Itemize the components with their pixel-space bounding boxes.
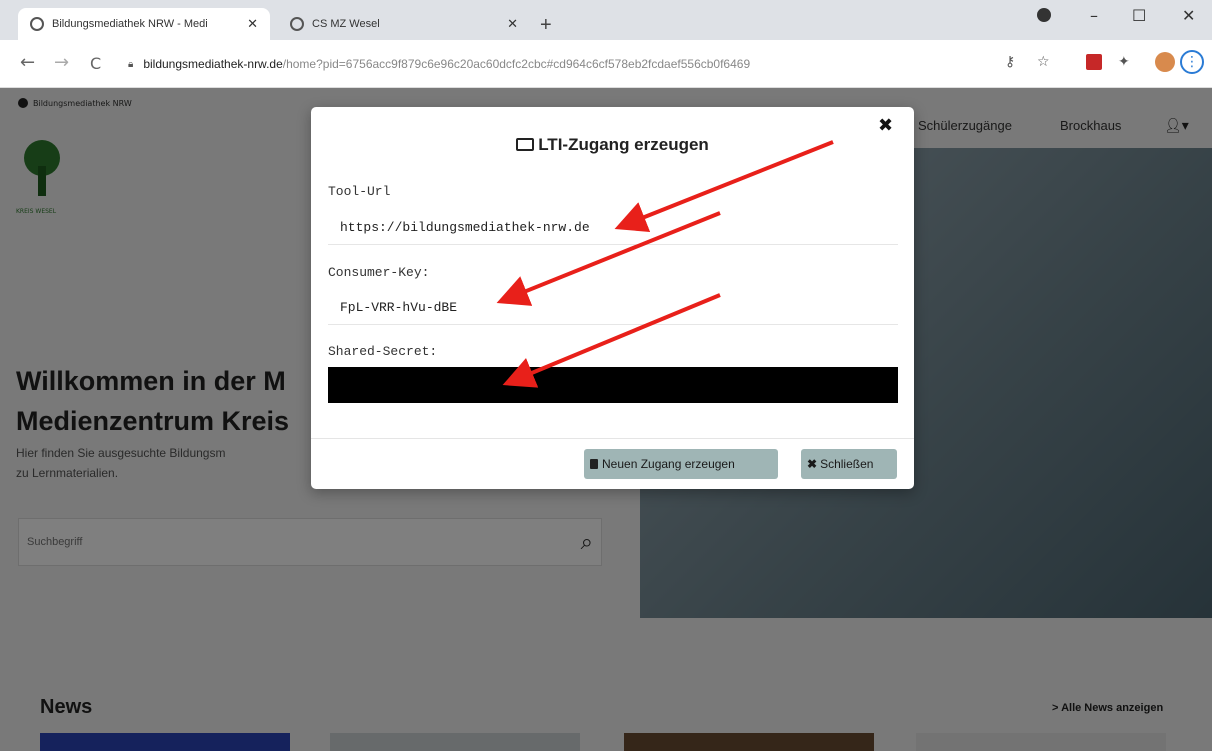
key-icon[interactable]: ⚷ [1005, 54, 1015, 70]
close-dialog-label: Schließen [820, 457, 874, 471]
monitor-icon [516, 138, 535, 151]
close-icon[interactable]: ✖ [878, 115, 893, 136]
screenshot-root: Bildungsmediathek NRW - Medi ✕ CS MZ Wes… [0, 0, 1212, 751]
tool-url-field[interactable]: https://bildungsmediathek-nrw.de [328, 211, 898, 245]
browser-menu-icon[interactable]: ⋮ [1180, 50, 1204, 74]
dialog-title: LTI-Zugang erzeugen [311, 135, 914, 155]
star-icon[interactable]: ☆ [1037, 54, 1050, 70]
consumer-key-field[interactable]: FpL-VRR-hVu-dBE [328, 291, 898, 325]
pdf-extension-icon[interactable] [1086, 54, 1102, 70]
dialog-title-text: LTI-Zugang erzeugen [538, 135, 709, 154]
url-host: bildungsmediathek-nrw.de [143, 57, 283, 71]
tab-title: Bildungsmediathek NRW - Medi [52, 18, 208, 30]
trash-icon [590, 459, 598, 469]
tab-bildungsmediathek[interactable]: Bildungsmediathek NRW - Medi ✕ [18, 8, 270, 40]
tab-title: CS MZ Wesel [312, 18, 380, 30]
shared-secret-field[interactable] [328, 367, 898, 403]
puzzle-icon[interactable]: ✦ [1118, 54, 1130, 70]
consumer-key-label: Consumer-Key: [328, 265, 430, 280]
maximize-button[interactable]: ☐ [1132, 6, 1146, 25]
new-tab-button[interactable]: + [540, 14, 552, 37]
globe-icon [30, 17, 44, 31]
close-icon: ✖ [807, 457, 818, 471]
close-dialog-button[interactable]: ✖ Schließen [801, 449, 897, 479]
minimize-button[interactable]: – [1090, 6, 1098, 25]
globe-icon [290, 17, 304, 31]
new-access-button[interactable]: Neuen Zugang erzeugen [584, 449, 778, 479]
reload-icon[interactable]: C [90, 54, 101, 73]
new-access-label: Neuen Zugang erzeugen [602, 457, 735, 471]
lock-icon: 🔒︎ [128, 58, 134, 70]
window-close-button[interactable]: ✕ [1182, 6, 1195, 25]
shared-secret-label: Shared-Secret: [328, 344, 438, 359]
tab-close-icon[interactable]: ✕ [247, 16, 258, 32]
tab-cs-mz-wesel[interactable]: CS MZ Wesel ✕ [278, 8, 530, 40]
browser-tab-strip: Bildungsmediathek NRW - Medi ✕ CS MZ Wes… [0, 0, 1212, 40]
tab-close-icon[interactable]: ✕ [507, 16, 518, 32]
back-icon[interactable]: ← [20, 52, 35, 73]
profile-avatar[interactable] [1155, 52, 1175, 72]
url-bar[interactable]: 🔒︎ bildungsmediathek-nrw.de /home?pid=67… [128, 50, 998, 78]
url-path: /home?pid=6756acc9f879c6e96c20ac60dcfc2c… [282, 57, 751, 71]
extension-icon[interactable] [1037, 8, 1051, 22]
lti-dialog: LTI-Zugang erzeugen ✖ Tool-Url https://b… [311, 107, 914, 489]
tool-url-label: Tool-Url [328, 184, 391, 199]
forward-icon[interactable]: → [54, 52, 69, 73]
